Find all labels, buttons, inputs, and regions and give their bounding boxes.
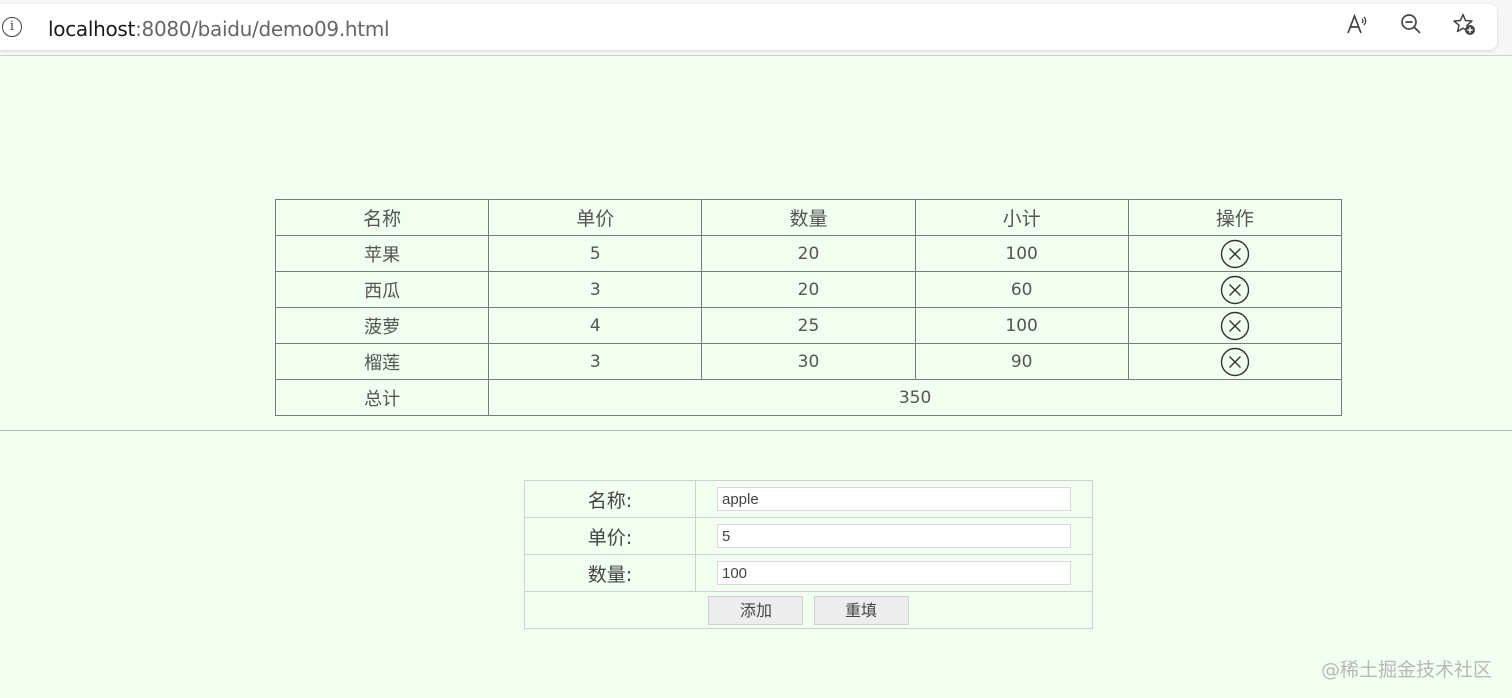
total-label: 总计: [274, 379, 490, 416]
cell-quantity: 30: [701, 343, 916, 380]
header-price: 单价: [488, 199, 703, 236]
price-input[interactable]: [717, 524, 1071, 549]
reset-button[interactable]: 重填: [813, 595, 909, 625]
cell-name: 苹果: [274, 235, 490, 272]
total-row: 总计 350: [274, 379, 1342, 416]
url-text[interactable]: localhost:8080/baidu/demo09.html: [48, 17, 390, 41]
table-row: 菠萝 4 25 100: [274, 307, 1343, 344]
info-icon[interactable]: i: [2, 17, 22, 37]
address-bar[interactable]: i localhost:8080/baidu/demo09.html: [0, 4, 1497, 50]
table-row: 榴莲 3 30 90: [274, 343, 1343, 380]
header-quantity: 数量: [701, 199, 916, 236]
cell-quantity: 25: [701, 307, 916, 344]
cell-name: 菠萝: [274, 307, 490, 344]
cell-subtotal: 90: [914, 343, 1129, 380]
quantity-field-cell: [695, 554, 1093, 592]
quantity-input[interactable]: [717, 561, 1071, 586]
form-row-quantity: 数量:: [524, 554, 1093, 592]
total-value: 350: [488, 379, 1342, 416]
button-cell: 添加 重填: [524, 591, 1093, 629]
cell-subtotal: 60: [914, 271, 1129, 308]
cell-subtotal: 100: [914, 235, 1129, 272]
header-subtotal: 小计: [914, 199, 1129, 236]
add-button[interactable]: 添加: [708, 595, 804, 625]
name-field-cell: [695, 480, 1093, 518]
delete-circle-x-icon[interactable]: [1220, 239, 1250, 269]
cell-price: 4: [488, 307, 703, 344]
cart-table: 名称 单价 数量 小计 操作 苹果 5 20 100 西瓜 3 20 60 菠萝…: [274, 199, 1343, 416]
cell-action: [1127, 271, 1343, 308]
cell-action: [1127, 307, 1343, 344]
header-name: 名称: [274, 199, 490, 236]
zoom-out-icon[interactable]: [1399, 12, 1423, 36]
table-row: 苹果 5 20 100: [274, 235, 1343, 272]
cell-name: 榴莲: [274, 343, 490, 380]
watermark: @稀土掘金技术社区: [1320, 659, 1492, 681]
cell-name: 西瓜: [274, 271, 490, 308]
add-favorite-icon[interactable]: [1452, 12, 1476, 36]
price-field-cell: [695, 517, 1093, 555]
delete-circle-x-icon[interactable]: [1220, 347, 1250, 377]
cell-quantity: 20: [701, 271, 916, 308]
cell-subtotal: 100: [914, 307, 1129, 344]
header-action: 操作: [1127, 199, 1343, 236]
cell-price: 5: [488, 235, 703, 272]
form-row-buttons: 添加 重填: [524, 591, 1093, 629]
delete-circle-x-icon[interactable]: [1220, 311, 1250, 341]
name-input[interactable]: [717, 487, 1071, 512]
add-item-form: 名称: 单价: 数量: 添加 重填: [524, 480, 1093, 629]
cart-header-row: 名称 单价 数量 小计 操作: [274, 199, 1343, 236]
quantity-label: 数量:: [524, 554, 696, 592]
table-row: 西瓜 3 20 60: [274, 271, 1343, 308]
name-label: 名称:: [524, 480, 696, 518]
url-path: :8080/baidu/demo09.html: [135, 17, 390, 41]
cell-action: [1127, 343, 1343, 380]
cell-price: 3: [488, 343, 703, 380]
divider: [0, 430, 1512, 431]
read-aloud-icon[interactable]: [1345, 12, 1369, 36]
form-row-price: 单价:: [524, 517, 1093, 555]
cell-price: 3: [488, 271, 703, 308]
url-host: localhost: [48, 17, 136, 41]
browser-toolbar: i localhost:8080/baidu/demo09.html: [0, 0, 1512, 56]
cell-quantity: 20: [701, 235, 916, 272]
cell-action: [1127, 235, 1343, 272]
delete-circle-x-icon[interactable]: [1220, 275, 1250, 305]
form-row-name: 名称:: [524, 480, 1093, 518]
price-label: 单价:: [524, 517, 696, 555]
